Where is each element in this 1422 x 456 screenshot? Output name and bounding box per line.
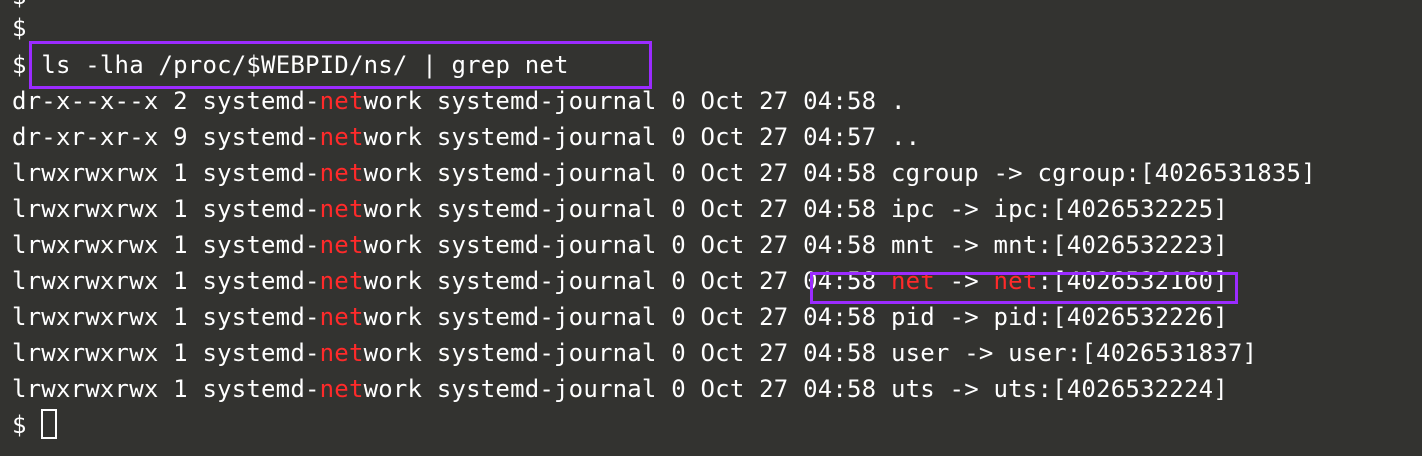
output-row: dr-xr-xr-x 9 systemd-network systemd-jou… [12, 123, 921, 151]
prompt: $ [12, 411, 27, 439]
output-row: lrwxrwxrwx 1 systemd-network systemd-jou… [12, 375, 1228, 403]
output-row: lrwxrwxrwx 1 systemd-network systemd-jou… [12, 303, 1228, 331]
prompt: $ [12, 0, 27, 10]
prompt: $ [12, 51, 27, 79]
match-highlight: net [319, 339, 364, 367]
match-highlight: net [319, 87, 364, 115]
match-highlight: net [319, 195, 364, 223]
match-highlight: net [319, 303, 364, 331]
prompt-line: $ [12, 10, 27, 46]
output-row: lrwxrwxrwx 1 systemd-network systemd-jou… [12, 231, 1228, 259]
match-highlight: net [319, 267, 364, 295]
terminal-window[interactable]: $ $ $ ls -lha /proc/$WEBPID/ns/ | grep n… [0, 0, 1422, 456]
net-namespace-annotation-box [810, 272, 1238, 304]
text-cursor [41, 409, 58, 439]
input-line[interactable]: $ [12, 407, 58, 443]
match-highlight: net [319, 375, 364, 403]
output-row: lrwxrwxrwx 1 systemd-network systemd-jou… [12, 195, 1228, 223]
match-highlight: net [319, 123, 364, 151]
prompt: $ [12, 14, 27, 42]
match-highlight: net [319, 231, 364, 259]
command-annotation-box [29, 41, 652, 89]
output-row: lrwxrwxrwx 1 systemd-network systemd-jou… [12, 339, 1258, 367]
match-highlight: net [319, 159, 364, 187]
output-row: lrwxrwxrwx 1 systemd-network systemd-jou… [12, 159, 1316, 187]
